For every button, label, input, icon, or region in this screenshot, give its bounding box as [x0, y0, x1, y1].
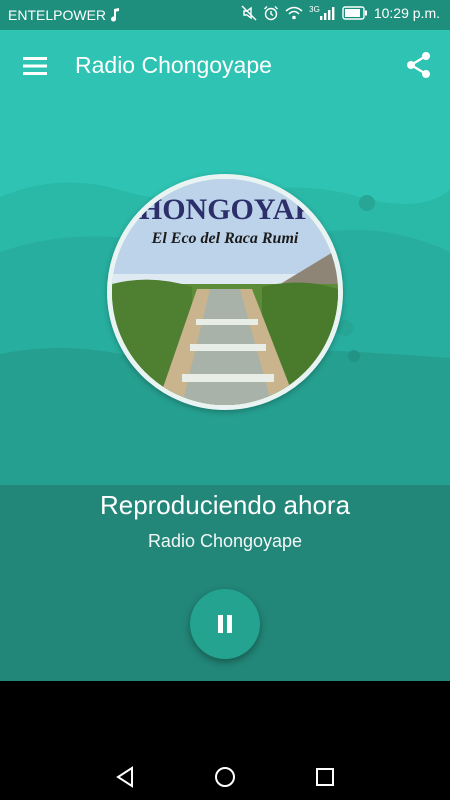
back-icon[interactable] — [114, 766, 136, 788]
music-note-icon — [111, 8, 120, 22]
alarm-icon — [264, 6, 279, 21]
app-title: Radio Chongoyape — [75, 52, 272, 78]
network-type: 3G — [309, 4, 320, 14]
navigation-bar — [0, 681, 450, 800]
share-icon — [407, 52, 430, 78]
artwork-banner-subtitle: El Eco del Raca Rumi — [151, 230, 299, 247]
share-button[interactable] — [404, 50, 434, 80]
recents-icon[interactable] — [314, 766, 336, 788]
carrier-name: ENTELPOWER — [8, 7, 107, 23]
wifi-icon — [285, 6, 303, 20]
battery-icon — [342, 6, 367, 20]
menu-icon — [23, 57, 47, 75]
player-panel: Reproduciendo ahora Radio Chongoyape — [0, 485, 450, 681]
home-icon[interactable] — [214, 766, 236, 788]
menu-button[interactable] — [20, 52, 50, 80]
now-playing-label: Reproduciendo ahora — [99, 490, 351, 520]
app-bar: Radio Chongoyape — [0, 30, 450, 102]
station-name: Radio Chongoyape — [147, 531, 303, 551]
clock: 10:29 p.m. — [373, 5, 440, 21]
mute-icon — [241, 5, 257, 21]
station-artwork: CHONGOYAPE El Eco del Raca Rumi — [107, 174, 343, 410]
hero-background: CHONGOYAPE El Eco del Raca Rumi — [0, 102, 450, 485]
status-bar: ENTELPOWER 3G 10:29 p.m. — [0, 0, 450, 30]
pause-button[interactable] — [190, 589, 260, 659]
signal-icon — [319, 7, 335, 20]
